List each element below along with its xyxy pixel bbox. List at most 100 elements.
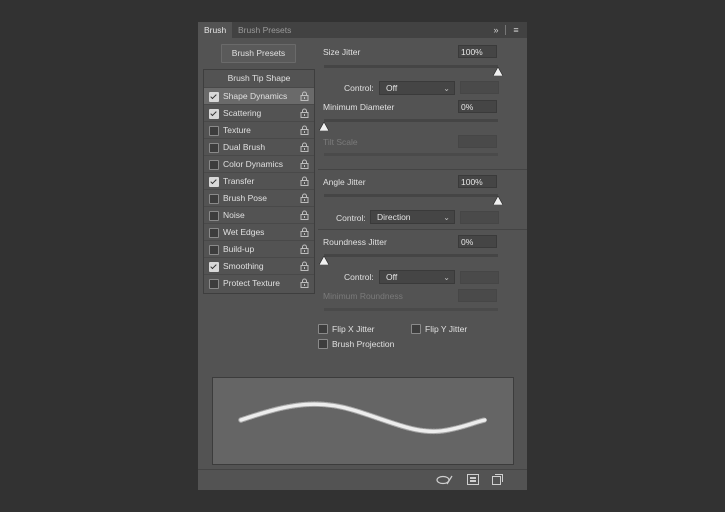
tab-divider [505,25,506,35]
tab-brush[interactable]: Brush [198,22,233,38]
roundness-control-label: Control: [344,272,374,282]
list-item-label: Wet Edges [223,227,265,237]
brush-projection-label: Brush Projection [332,339,395,349]
list-item-label: Protect Texture [223,278,281,288]
list-item-checkbox[interactable] [209,92,219,102]
list-item[interactable]: Smoothing [204,257,314,275]
min-roundness-label: Minimum Roundness [323,291,403,301]
list-item[interactable]: Texture [204,121,314,139]
divider [318,169,527,170]
list-item-checkbox[interactable] [209,194,219,204]
flip-x-checkbox[interactable] [318,324,328,334]
roundness-jitter-slider[interactable] [324,254,498,257]
list-item[interactable]: Scattering [204,104,314,122]
size-jitter-label: Size Jitter [323,47,361,57]
tilt-scale-slider [324,153,498,156]
list-item-checkbox[interactable] [209,228,219,238]
lock-icon[interactable] [300,159,309,169]
list-item-label: Shape Dynamics [223,91,288,101]
list-item[interactable]: Transfer [204,172,314,190]
roundness-jitter-field[interactable]: 0% [458,235,497,248]
angle-control-aux-field [460,211,499,224]
size-jitter-slider[interactable] [324,65,498,68]
list-item-label: Color Dynamics [223,159,283,169]
brush-projection-checkbox[interactable] [318,339,328,349]
list-item-checkbox[interactable] [209,160,219,170]
list-item[interactable]: Protect Texture [204,274,314,292]
divider [318,229,527,230]
chevron-down-icon: ⌄ [443,213,450,222]
lock-icon[interactable] [300,176,309,186]
list-item-label: Dual Brush [223,142,266,152]
list-item-checkbox[interactable] [209,211,219,221]
list-item[interactable]: Wet Edges [204,223,314,241]
list-item[interactable]: Brush Pose [204,189,314,207]
list-item[interactable]: Noise [204,206,314,224]
lock-icon[interactable] [300,244,309,254]
list-item[interactable]: Shape Dynamics [204,87,314,105]
list-item-checkbox[interactable] [209,126,219,136]
grid-icon[interactable] [467,474,479,485]
size-jitter-field[interactable]: 100% [458,45,497,58]
expand-icon[interactable]: » [490,22,502,38]
list-item-label: Brush Pose [223,193,267,203]
list-item-label: Scattering [223,108,262,118]
size-control-select[interactable]: Off ⌄ [379,81,455,95]
tilt-scale-field [458,135,497,148]
list-item[interactable]: Color Dynamics [204,155,314,173]
tab-brush-presets[interactable]: Brush Presets [232,22,297,38]
lock-icon[interactable] [300,227,309,237]
list-item[interactable]: Dual Brush [204,138,314,156]
lock-icon[interactable] [300,108,309,118]
chevron-down-icon: ⌄ [443,84,450,93]
min-diameter-slider[interactable] [324,119,498,122]
stroke-preview-image [238,401,488,435]
size-control-aux-field [460,81,499,94]
list-item-label: Smoothing [223,261,264,271]
flip-y-checkbox[interactable] [411,324,421,334]
lock-icon[interactable] [300,91,309,101]
min-diameter-field[interactable]: 0% [458,100,497,113]
flip-x-label: Flip X Jitter [332,324,375,334]
list-item-checkbox[interactable] [209,279,219,289]
min-roundness-field [458,289,497,302]
angle-control-select[interactable]: Direction ⌄ [370,210,455,224]
brush-stroke-preview [212,377,514,465]
list-item[interactable]: Build-up [204,240,314,258]
list-item-checkbox[interactable] [209,177,219,187]
roundness-control-select[interactable]: Off ⌄ [379,270,455,284]
size-control-value: Off [386,83,398,93]
angle-jitter-slider[interactable] [324,194,498,197]
roundness-control-value: Off [386,272,398,282]
tab-bar: Brush Brush Presets » ≡ [198,22,527,38]
min-roundness-slider [324,308,498,311]
lock-icon[interactable] [300,125,309,135]
brush-settings-list: Brush Tip Shape Shape Dynamics Scattering… [203,69,315,294]
list-item-checkbox[interactable] [209,245,219,255]
toggle-preview-icon[interactable] [436,474,454,486]
list-item-label: Texture [223,125,251,135]
angle-control-value: Direction [377,212,411,222]
angle-control-label: Control: [336,213,366,223]
bottom-toolbar [198,469,527,491]
angle-jitter-field[interactable]: 100% [458,175,497,188]
lock-icon[interactable] [300,193,309,203]
chevron-down-icon: ⌄ [443,273,450,282]
brush-presets-button[interactable]: Brush Presets [221,44,296,63]
angle-jitter-label: Angle Jitter [323,177,366,187]
lock-icon[interactable] [300,278,309,288]
list-item-checkbox[interactable] [209,143,219,153]
brush-tip-shape-item[interactable]: Brush Tip Shape [204,70,314,87]
create-brush-icon[interactable] [492,474,503,485]
size-control-label: Control: [344,83,374,93]
list-item-checkbox[interactable] [209,262,219,272]
menu-icon[interactable]: ≡ [510,22,522,38]
min-diameter-label: Minimum Diameter [323,102,395,112]
lock-icon[interactable] [300,142,309,152]
lock-icon[interactable] [300,261,309,271]
roundness-jitter-label: Roundness Jitter [323,237,387,247]
lock-icon[interactable] [300,210,309,220]
tilt-scale-label: Tilt Scale [323,137,358,147]
list-item-checkbox[interactable] [209,109,219,119]
list-item-label: Noise [223,210,245,220]
